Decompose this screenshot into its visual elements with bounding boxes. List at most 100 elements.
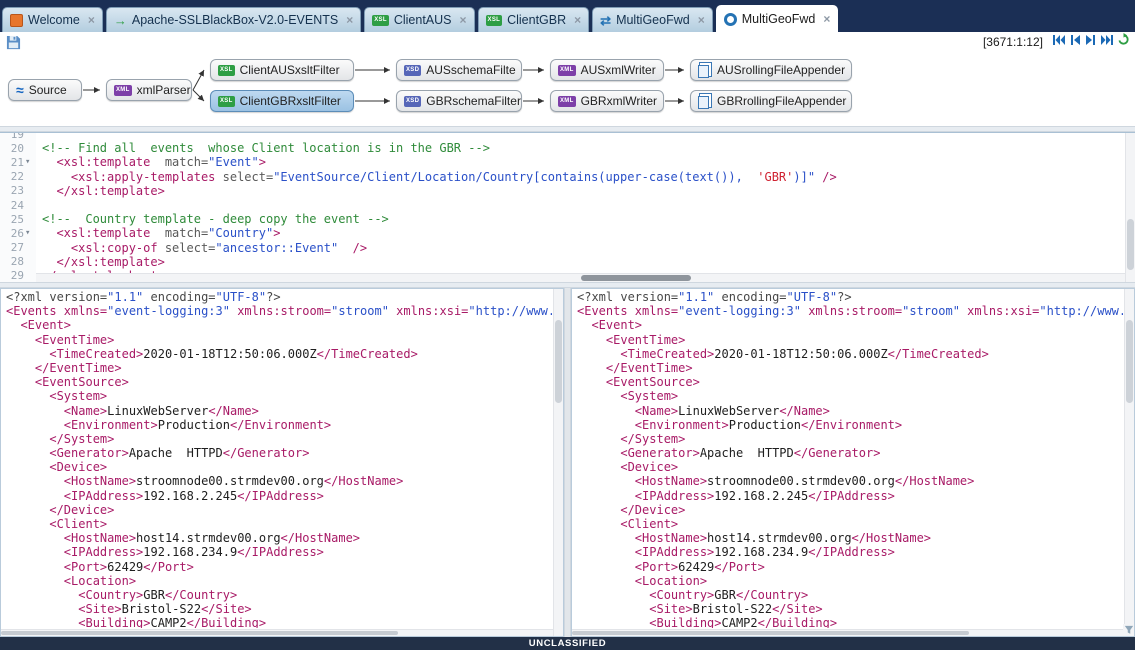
- code-line: <Country>GBR</Country>: [577, 588, 1123, 602]
- xsd-file-icon: XSD: [404, 65, 421, 76]
- output-vertical-scrollbar[interactable]: [1124, 289, 1134, 636]
- scrollbar-thumb[interactable]: [1126, 320, 1133, 403]
- code-line: <Port>62429</Port>: [6, 560, 552, 574]
- refresh-button[interactable]: [1115, 33, 1131, 47]
- input-xml: <?xml version="1.1" encoding="UTF-8"?><E…: [6, 290, 552, 628]
- scrollbar-thumb[interactable]: [1, 631, 398, 635]
- code-line: <HostName>stroomnode00.strmdev00.org</Ho…: [577, 474, 1123, 488]
- code-line: <Event>: [6, 318, 552, 332]
- code-line: <TimeCreated>2020-01-18T12:50:06.000Z</T…: [577, 347, 1123, 361]
- editor-vertical-scrollbar[interactable]: [1125, 133, 1135, 282]
- xslt-editor[interactable]: 192021▾2223242526▾272829 <!-- Find all e…: [0, 132, 1135, 282]
- code-line: <EventSource>: [577, 375, 1123, 389]
- classification-banner: UNCLASSIFIED: [0, 637, 1135, 650]
- code-line: <Country>GBR</Country>: [6, 588, 552, 602]
- code-line: </EventTime>: [577, 361, 1123, 375]
- step-last-button[interactable]: [1099, 33, 1115, 47]
- stepping-icon: [724, 13, 737, 26]
- code-line: <EventTime>: [6, 333, 552, 347]
- step-forward-button[interactable]: [1083, 33, 1099, 47]
- code-line: <Site>Bristol-S22</Site>: [577, 602, 1123, 616]
- pipeline-element-gbrrollingfileappender[interactable]: GBRrollingFileAppender: [690, 90, 852, 112]
- code-line: </xsl:template>: [42, 255, 1123, 269]
- feed-icon: →: [114, 14, 127, 27]
- editor-code: <!-- Find all events whose Client locati…: [42, 132, 1123, 282]
- code-line: <Name>LinuxWebServer</Name>: [6, 404, 552, 418]
- pipeline-icon: ⇄: [600, 14, 611, 27]
- close-icon[interactable]: ×: [574, 14, 581, 26]
- step-first-button[interactable]: [1051, 33, 1067, 47]
- close-icon[interactable]: ×: [698, 14, 705, 26]
- save-button[interactable]: [6, 35, 21, 50]
- pipeline-element-ausxmlwriter[interactable]: XMLAUSxmlWriter: [550, 59, 664, 81]
- line-number: 25: [0, 212, 36, 226]
- code-line: <IPAddress>192.168.234.9</IPAddress>: [577, 545, 1123, 559]
- pipeline-element-clientausxsltfilter[interactable]: XSLClientAUSxsltFilter: [210, 59, 354, 81]
- code-line: <HostName>stroomnode00.strmdev00.org</Ho…: [6, 474, 552, 488]
- code-line: <Events xmlns="event-logging:3" xmlns:st…: [577, 304, 1123, 318]
- step-back-button[interactable]: [1067, 33, 1083, 47]
- stroom-app-window: Welcome×→Apache-SSLBlackBox-V2.0-EVENTS×…: [0, 0, 1135, 650]
- pipeline-element-label: xmlParser: [137, 83, 191, 97]
- input-data-pane[interactable]: <?xml version="1.1" encoding="UTF-8"?><E…: [0, 288, 564, 637]
- input-vertical-scrollbar[interactable]: [553, 289, 563, 636]
- output-horizontal-scrollbar[interactable]: [572, 629, 1124, 636]
- pipeline-element-gbrxmlwriter[interactable]: XML GBRxmlWriter: [550, 90, 664, 112]
- line-number: 20: [0, 141, 36, 155]
- close-icon[interactable]: ×: [823, 13, 830, 25]
- code-line: <IPAddress>192.168.2.245</IPAddress>: [577, 489, 1123, 503]
- scrollbar-thumb[interactable]: [1127, 219, 1134, 270]
- close-icon[interactable]: ×: [88, 14, 95, 26]
- tab-3-clientgbr[interactable]: XSLClientGBR×: [478, 7, 590, 32]
- code-line: <Device>: [6, 460, 552, 474]
- xsl-file-icon: XSL: [486, 15, 503, 26]
- splitter-panes-vertical[interactable]: [564, 288, 571, 637]
- output-data-pane[interactable]: <?xml version="1.1" encoding="UTF-8"?><E…: [571, 288, 1135, 637]
- editor-horizontal-scrollbar[interactable]: [36, 273, 1125, 282]
- tab-0-welcome[interactable]: Welcome ×: [2, 7, 103, 32]
- tab-4-multigeofwd[interactable]: ⇄ MultiGeoFwd ×: [592, 7, 713, 32]
- pipeline-element-ausschemafilte[interactable]: XSD AUSschemaFilte: [396, 59, 522, 81]
- code-line: <Generator>Apache HTTPD</Generator>: [577, 446, 1123, 460]
- code-line: <Site>Bristol-S22</Site>: [6, 602, 552, 616]
- filter-icon[interactable]: [1123, 624, 1134, 636]
- close-icon[interactable]: ×: [460, 14, 467, 26]
- code-line: <?xml version="1.1" encoding="UTF-8"?>: [577, 290, 1123, 304]
- scrollbar-thumb[interactable]: [572, 631, 969, 635]
- code-line: <Environment>Production</Environment>: [577, 418, 1123, 432]
- pipeline-element-label: GBRxmlWriter: [581, 94, 657, 108]
- pipeline-element-label: AUSschemaFilte: [426, 63, 515, 77]
- scrollbar-thumb[interactable]: [555, 320, 562, 403]
- code-line: <Name>LinuxWebServer</Name>: [577, 404, 1123, 418]
- pipeline-element-source[interactable]: ≈Source: [8, 79, 82, 101]
- xml-file-icon: XML: [558, 96, 576, 107]
- pipeline-element-gbrschemafilter[interactable]: XSDGBRschemaFilter: [396, 90, 522, 112]
- save-icon: [6, 35, 21, 50]
- tab-1-apache-sslblackbox-v2-0-events[interactable]: →Apache-SSLBlackBox-V2.0-EVENTS×: [106, 7, 361, 32]
- scrollbar-thumb[interactable]: [581, 275, 691, 281]
- stepping-controls: [3671:1:12]: [983, 33, 1131, 52]
- output-xml: <?xml version="1.1" encoding="UTF-8"?><E…: [577, 290, 1123, 628]
- tab-label: Welcome: [28, 13, 80, 27]
- tab-5-multigeofwd[interactable]: MultiGeoFwd×: [716, 5, 839, 32]
- input-horizontal-scrollbar[interactable]: [1, 629, 553, 636]
- pipeline-element-clientgbrxsltfilter[interactable]: XSL ClientGBRxsltFilter: [210, 90, 354, 112]
- pipeline-element-ausrollingfileappender[interactable]: AUSrollingFileAppender: [690, 59, 852, 81]
- tab-label: MultiGeoFwd: [616, 13, 690, 27]
- xsl-file-icon: XSL: [218, 96, 235, 107]
- classification-label: UNCLASSIFIED: [529, 638, 606, 649]
- code-line: </System>: [577, 432, 1123, 446]
- code-line: <xsl:copy-of select="ancestor::Event" />: [42, 241, 1123, 255]
- pipeline-element-label: ClientGBRxsltFilter: [240, 94, 341, 108]
- close-icon[interactable]: ×: [346, 14, 353, 26]
- code-line: <Client>: [6, 517, 552, 531]
- code-line: <Location>: [6, 574, 552, 588]
- rolling-file-icon: [698, 96, 709, 109]
- line-number: 24: [0, 198, 36, 212]
- pipeline-element-xmlparser[interactable]: XMLxmlParser: [106, 79, 192, 101]
- code-line: </System>: [6, 432, 552, 446]
- tab-2-clientaus[interactable]: XSLClientAUS×: [364, 7, 474, 32]
- code-line: [42, 198, 1123, 212]
- code-line: </xsl:template>: [42, 184, 1123, 198]
- stream-source-icon: ≈: [16, 83, 24, 97]
